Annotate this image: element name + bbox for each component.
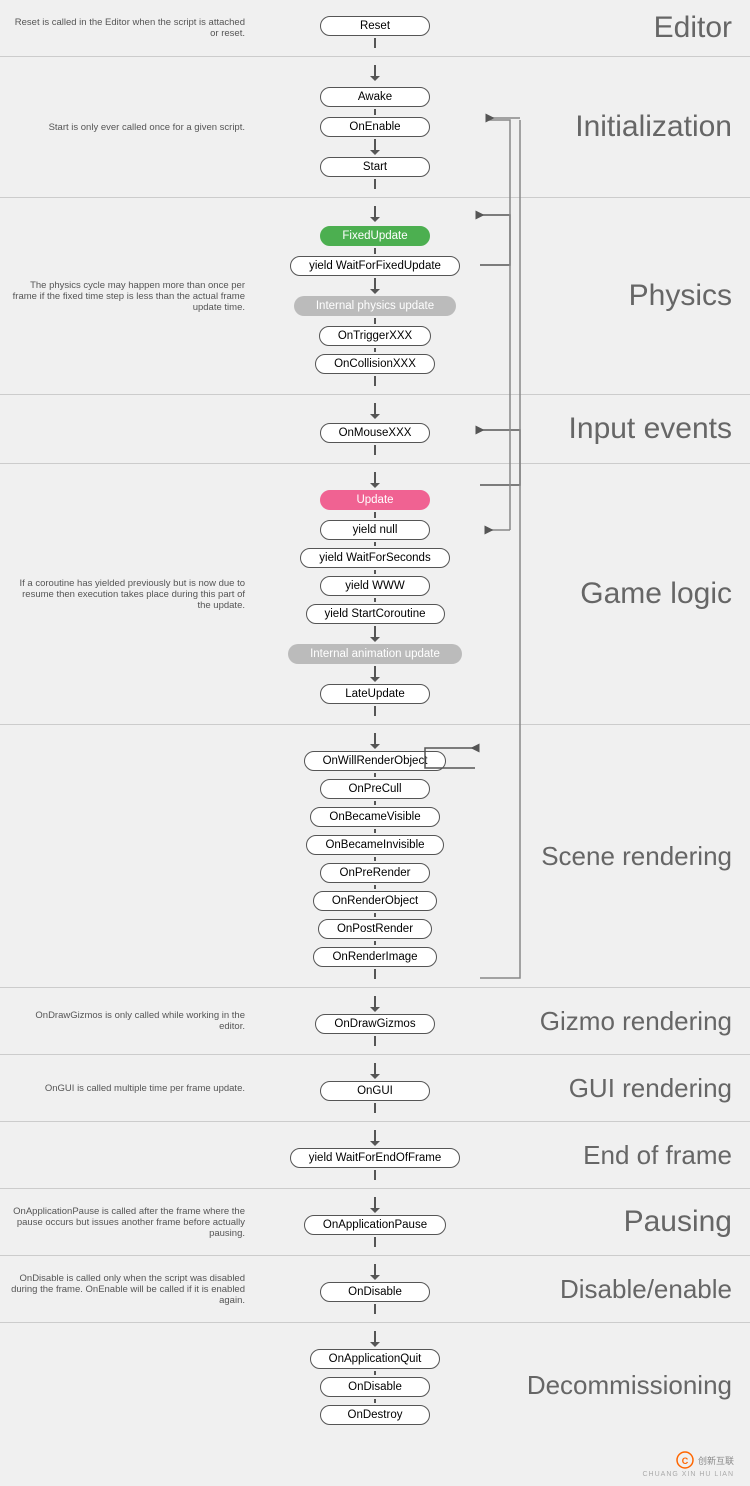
yield-waitforseconds-node: yield WaitForSeconds: [300, 548, 449, 568]
gui-description: OnGUI is called multiple time per frame …: [0, 1055, 255, 1121]
fixedupdate-node: FixedUpdate: [320, 226, 430, 246]
eof-center: yield WaitForEndOfFrame: [255, 1122, 495, 1188]
watermark-logo: C 创新互联: [676, 1451, 734, 1469]
ondestroy-node: OnDestroy: [320, 1405, 430, 1425]
gamelogic-description: If a coroutine has yielded previously bu…: [0, 464, 255, 724]
gamelogic-label: Game logic: [495, 464, 750, 724]
editor-section: Reset is called in the Editor when the s…: [0, 0, 750, 56]
onbecamevisible-node: OnBecameVisible: [310, 807, 439, 827]
reset-node: Reset: [320, 16, 430, 36]
pausing-section: OnApplicationPause is called after the f…: [0, 1188, 750, 1255]
editor-center: Reset: [255, 0, 495, 56]
disable-description: OnDisable is called only when the script…: [0, 1256, 255, 1322]
init-description: Start is only ever called once for a giv…: [0, 57, 255, 197]
yield-www-node: yield WWW: [320, 576, 430, 596]
decom-label: Decommissioning: [495, 1323, 750, 1447]
init-desc-text: Start is only ever called once for a giv…: [49, 122, 245, 133]
init-center: Awake OnEnable Start: [255, 57, 495, 197]
scene-label: Scene rendering: [495, 725, 750, 987]
ondrawgizmos-node: OnDrawGizmos: [315, 1014, 434, 1034]
waitforendofframe-node: yield WaitForEndOfFrame: [290, 1148, 461, 1168]
gui-label: GUI rendering: [495, 1055, 750, 1121]
physics-section: The physics cycle may happen more than o…: [0, 197, 750, 394]
watermark-icon: C: [676, 1451, 694, 1469]
editor-desc-text: Reset is called in the Editor when the s…: [8, 17, 245, 39]
pausing-label: Pausing: [495, 1189, 750, 1255]
gui-desc-text: OnGUI is called multiple time per frame …: [45, 1083, 245, 1094]
physics-label: Physics: [495, 198, 750, 394]
onrenderimage-node: OnRenderImage: [313, 947, 436, 967]
scene-section: OnWillRenderObject OnPreCull OnBecameVis…: [0, 724, 750, 987]
start-node: Start: [320, 157, 430, 177]
editor-description: Reset is called in the Editor when the s…: [0, 0, 255, 56]
gamelogic-section: If a coroutine has yielded previously bu…: [0, 463, 750, 724]
gamelogic-center: Update yield null yield WaitForSeconds y…: [255, 464, 495, 724]
yield-startcoroutine-node: yield StartCoroutine: [306, 604, 445, 624]
decom-section: OnApplicationQuit OnDisable OnDestroy De…: [0, 1322, 750, 1447]
ondisable-node-main: OnDisable: [320, 1282, 430, 1302]
svg-text:C: C: [682, 1456, 689, 1466]
yield-null-node: yield null: [320, 520, 430, 540]
lateupdate-node: LateUpdate: [320, 684, 430, 704]
watermark-text2: CHUANG XIN HU LIAN: [0, 1471, 734, 1478]
input-label: Input events: [495, 395, 750, 463]
onrenderobject-node: OnRenderObject: [313, 891, 437, 911]
ongui-node: OnGUI: [320, 1081, 430, 1101]
oncollisionxxx-node: OnCollisionXXX: [315, 354, 435, 374]
decom-description: [0, 1323, 255, 1447]
onmousexxx-node: OnMouseXXX: [320, 423, 431, 443]
update-node: Update: [320, 490, 430, 510]
physics-description: The physics cycle may happen more than o…: [0, 198, 255, 394]
onpostrender-node: OnPostRender: [318, 919, 432, 939]
gizmo-desc-text: OnDrawGizmos is only called while workin…: [8, 1010, 245, 1032]
disable-label: Disable/enable: [495, 1256, 750, 1322]
pausing-description: OnApplicationPause is called after the f…: [0, 1189, 255, 1255]
pausing-desc-text: OnApplicationPause is called after the f…: [8, 1206, 245, 1239]
internal-physics-node: Internal physics update: [294, 296, 456, 316]
eof-section: yield WaitForEndOfFrame End of frame: [0, 1121, 750, 1188]
awake-node: Awake: [320, 87, 430, 107]
internal-animation-node: Internal animation update: [288, 644, 462, 664]
onwillrenderobject-node: OnWillRenderObject: [304, 751, 447, 771]
ondisable-node-decom: OnDisable: [320, 1377, 430, 1397]
onbecameinvisible-node: OnBecameInvisible: [306, 835, 443, 855]
gizmo-description: OnDrawGizmos is only called while workin…: [0, 988, 255, 1054]
watermark: C 创新互联 CHUANG XIN HU LIAN: [0, 1447, 750, 1486]
onprerender-node: OnPreRender: [320, 863, 430, 883]
disable-center: OnDisable: [255, 1256, 495, 1322]
pausing-center: OnApplicationPause: [255, 1189, 495, 1255]
gui-section: OnGUI is called multiple time per frame …: [0, 1054, 750, 1121]
gamelogic-desc-text: If a coroutine has yielded previously bu…: [8, 578, 245, 611]
diagram-container: Reset is called in the Editor when the s…: [0, 0, 750, 1486]
physics-desc-text: The physics cycle may happen more than o…: [8, 280, 245, 313]
gizmo-center: OnDrawGizmos: [255, 988, 495, 1054]
input-description: [0, 395, 255, 463]
eof-description: [0, 1122, 255, 1188]
init-label: Initialization: [495, 57, 750, 197]
onapplicationpause-node: OnApplicationPause: [304, 1215, 446, 1235]
scene-description: [0, 725, 255, 987]
initialization-section: Start is only ever called once for a giv…: [0, 56, 750, 197]
eof-label: End of frame: [495, 1122, 750, 1188]
input-section: OnMouseXXX Input events: [0, 394, 750, 463]
disable-section: OnDisable is called only when the script…: [0, 1255, 750, 1322]
watermark-text1: 创新互联: [698, 1454, 734, 1467]
gui-center: OnGUI: [255, 1055, 495, 1121]
ontriggerxxx-node: OnTriggerXXX: [319, 326, 431, 346]
scene-center: OnWillRenderObject OnPreCull OnBecameVis…: [255, 725, 495, 987]
onenable-node-init: OnEnable: [320, 117, 430, 137]
onapplicationquit-node: OnApplicationQuit: [310, 1349, 441, 1369]
disable-desc-text: OnDisable is called only when the script…: [8, 1273, 245, 1306]
decom-center: OnApplicationQuit OnDisable OnDestroy: [255, 1323, 495, 1447]
physics-center: FixedUpdate yield WaitForFixedUpdate Int…: [255, 198, 495, 394]
input-center: OnMouseXXX: [255, 395, 495, 463]
waitforfixedupdate-node: yield WaitForFixedUpdate: [290, 256, 460, 276]
onprecull-node: OnPreCull: [320, 779, 430, 799]
gizmo-section: OnDrawGizmos is only called while workin…: [0, 987, 750, 1054]
editor-label: Editor: [495, 0, 750, 56]
gizmo-label: Gizmo rendering: [495, 988, 750, 1054]
